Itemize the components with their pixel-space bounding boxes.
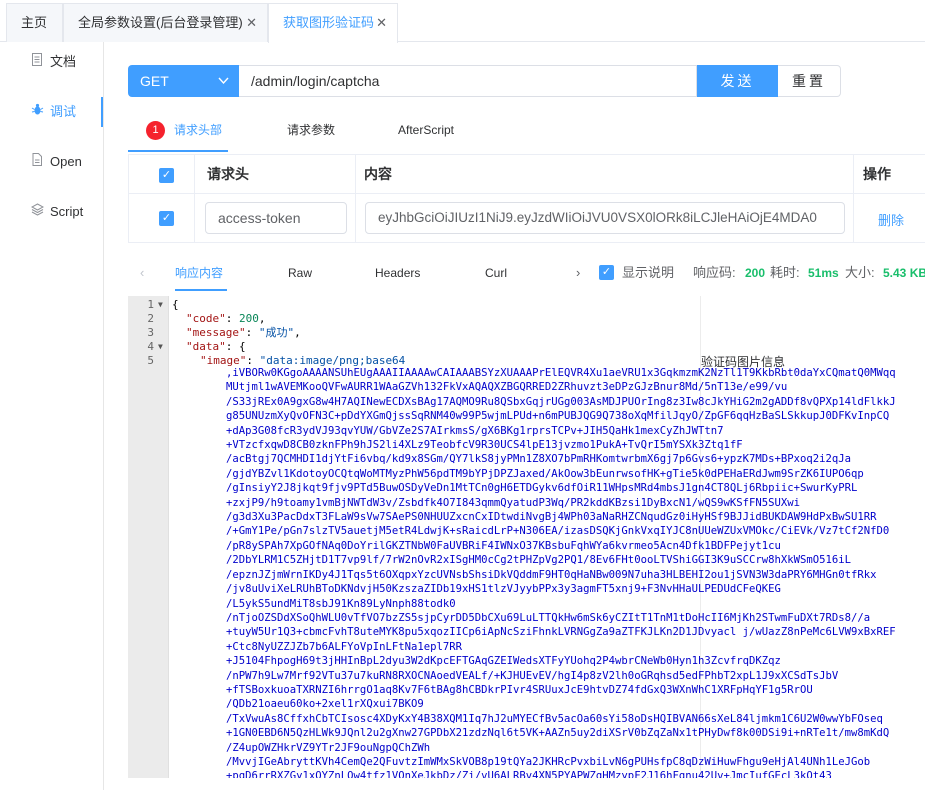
tab-curl[interactable]: Curl (485, 257, 507, 291)
sidebar: 文档 调试 Open Script (0, 42, 104, 790)
col-header-action: 操作 (863, 166, 891, 182)
row-checkbox[interactable]: ✓ (159, 211, 174, 226)
tab-get-captcha-label: 获取图形验证码 (283, 15, 375, 30)
tab-raw[interactable]: Raw (288, 257, 312, 291)
sidebar-item-debug[interactable]: 调试 (0, 97, 103, 127)
json-value-message: "成功" (258, 326, 295, 339)
response-code-viewer[interactable]: 1 ▼ 2 3 4 ▼ 5 { "code": 200, "message": … (128, 296, 925, 778)
method-value: GET (140, 73, 169, 89)
sidebar-item-label: 调试 (50, 104, 77, 119)
fold-arrow-icon[interactable]: ▼ (158, 340, 163, 354)
bug-icon (30, 97, 44, 127)
tab-request-params[interactable]: 请求参数 (287, 114, 335, 152)
response-tab-bar: ‹ 响应内容 Raw Headers Curl › ✓ 显示说明 响应码: 20… (128, 257, 925, 291)
line-number: 3 (147, 326, 154, 339)
request-tabs: 1 请求头部 请求参数 AfterScript (128, 114, 925, 154)
header-value-input[interactable]: eyJhbGciOiJIUzI1NiJ9.eyJzdWIiOiJVU0VSX0l… (365, 202, 845, 234)
chevron-right-icon[interactable]: › (576, 257, 580, 289)
file-icon (30, 147, 44, 177)
chevron-down-icon (218, 65, 229, 109)
count-badge: 1 (146, 121, 165, 140)
status-code-label: 响应码: (693, 265, 736, 280)
tab-home-label: 主页 (21, 15, 48, 30)
sidebar-item-label: Script (50, 204, 84, 219)
sidebar-item-docs[interactable]: 文档 (0, 47, 103, 77)
sidebar-item-label: Open (50, 154, 82, 169)
status-code-value: 200 (745, 266, 766, 280)
col-header-name: 请求头 (195, 155, 356, 193)
select-all-checkbox[interactable]: ✓ (159, 168, 174, 183)
json-key-code: "code" (186, 312, 226, 325)
tab-request-headers-label: 请求头部 (174, 123, 223, 137)
tab-response-content[interactable]: 响应内容 (175, 257, 227, 291)
json-value-image-base64: ,iVBORw0KGgoAAAANSUhEUgAAAIIAAAAwCAIAAAB… (226, 367, 896, 778)
code-line-2: "code": 200, (186, 312, 266, 325)
send-button[interactable]: 发送 (697, 65, 778, 97)
document-icon (30, 47, 44, 77)
row-select-cell: ✓ (129, 194, 195, 243)
chevron-left-icon[interactable]: ‹ (140, 257, 144, 289)
tab-get-captcha[interactable]: 获取图形验证码 ✕ (268, 3, 398, 43)
tab-home[interactable]: 主页 (6, 3, 63, 42)
method-select[interactable]: GET (128, 65, 239, 97)
line-number: 4 (147, 340, 154, 353)
header-value-cell: eyJhbGciOiJIUzI1NiJ9.eyJzdWIiOiJVU0VSX0l… (356, 194, 854, 243)
header-action-cell: 删除 (854, 194, 925, 243)
size-label: 大小: (845, 265, 875, 280)
json-value-code: 200 (239, 312, 259, 325)
elapsed-value: 51ms (808, 266, 839, 280)
sidebar-item-open[interactable]: Open (0, 147, 103, 177)
close-icon[interactable]: ✕ (246, 4, 257, 41)
tab-global-params-label: 全局参数设置(后台登录管理) (78, 15, 243, 30)
col-header-content: 内容 (356, 155, 854, 193)
url-input[interactable]: /admin/login/captcha (239, 65, 697, 97)
code-line-3: "message": "成功", (186, 326, 301, 339)
header-name-cell: access-token (195, 194, 356, 243)
code-line-4: "data": { (186, 340, 246, 353)
page-tab-bar: 主页 全局参数设置(后台登录管理) ✕ 获取图形验证码 ✕ (0, 0, 925, 43)
reset-button[interactable]: 重置 (778, 65, 841, 97)
json-key-data: "data" (186, 340, 226, 353)
fold-arrow-icon[interactable]: ▼ (158, 298, 163, 312)
line-number: 1 (147, 298, 154, 311)
line-number: 5 (147, 354, 154, 367)
delete-link[interactable]: 删除 (878, 210, 904, 229)
code-line-1: { (172, 298, 179, 311)
show-desc-label: 显示说明 (622, 265, 675, 280)
code-icon (30, 197, 44, 227)
show-desc-checkbox[interactable]: ✓ (599, 265, 614, 280)
size-value: 5.43 KB (883, 266, 925, 280)
select-all-cell: ✓ (129, 155, 195, 193)
json-key-message: "message" (186, 326, 246, 339)
sidebar-item-label: 文档 (50, 54, 77, 69)
request-header-table: ✓ 请求头 内容 操作 ✓ access-token eyJhbGciOiJIU… (128, 154, 925, 243)
gutter-divider (168, 296, 169, 778)
table-header-row: ✓ 请求头 内容 操作 (129, 155, 925, 194)
sidebar-item-script[interactable]: Script (0, 197, 103, 227)
tab-request-headers[interactable]: 1 请求头部 (128, 114, 228, 152)
close-icon[interactable]: ✕ (376, 4, 387, 41)
tab-headers[interactable]: Headers (375, 257, 420, 291)
line-number-gutter: 1 ▼ 2 3 4 ▼ 5 (128, 296, 168, 778)
elapsed-label: 耗时: (770, 265, 800, 280)
line-number: 2 (147, 312, 154, 325)
header-name-input[interactable]: access-token (205, 202, 347, 234)
table-row: ✓ access-token eyJhbGciOiJIUzI1NiJ9.eyJz… (129, 194, 925, 243)
tab-afterscript[interactable]: AfterScript (398, 114, 454, 152)
tab-global-params[interactable]: 全局参数设置(后台登录管理) ✕ (63, 3, 268, 42)
